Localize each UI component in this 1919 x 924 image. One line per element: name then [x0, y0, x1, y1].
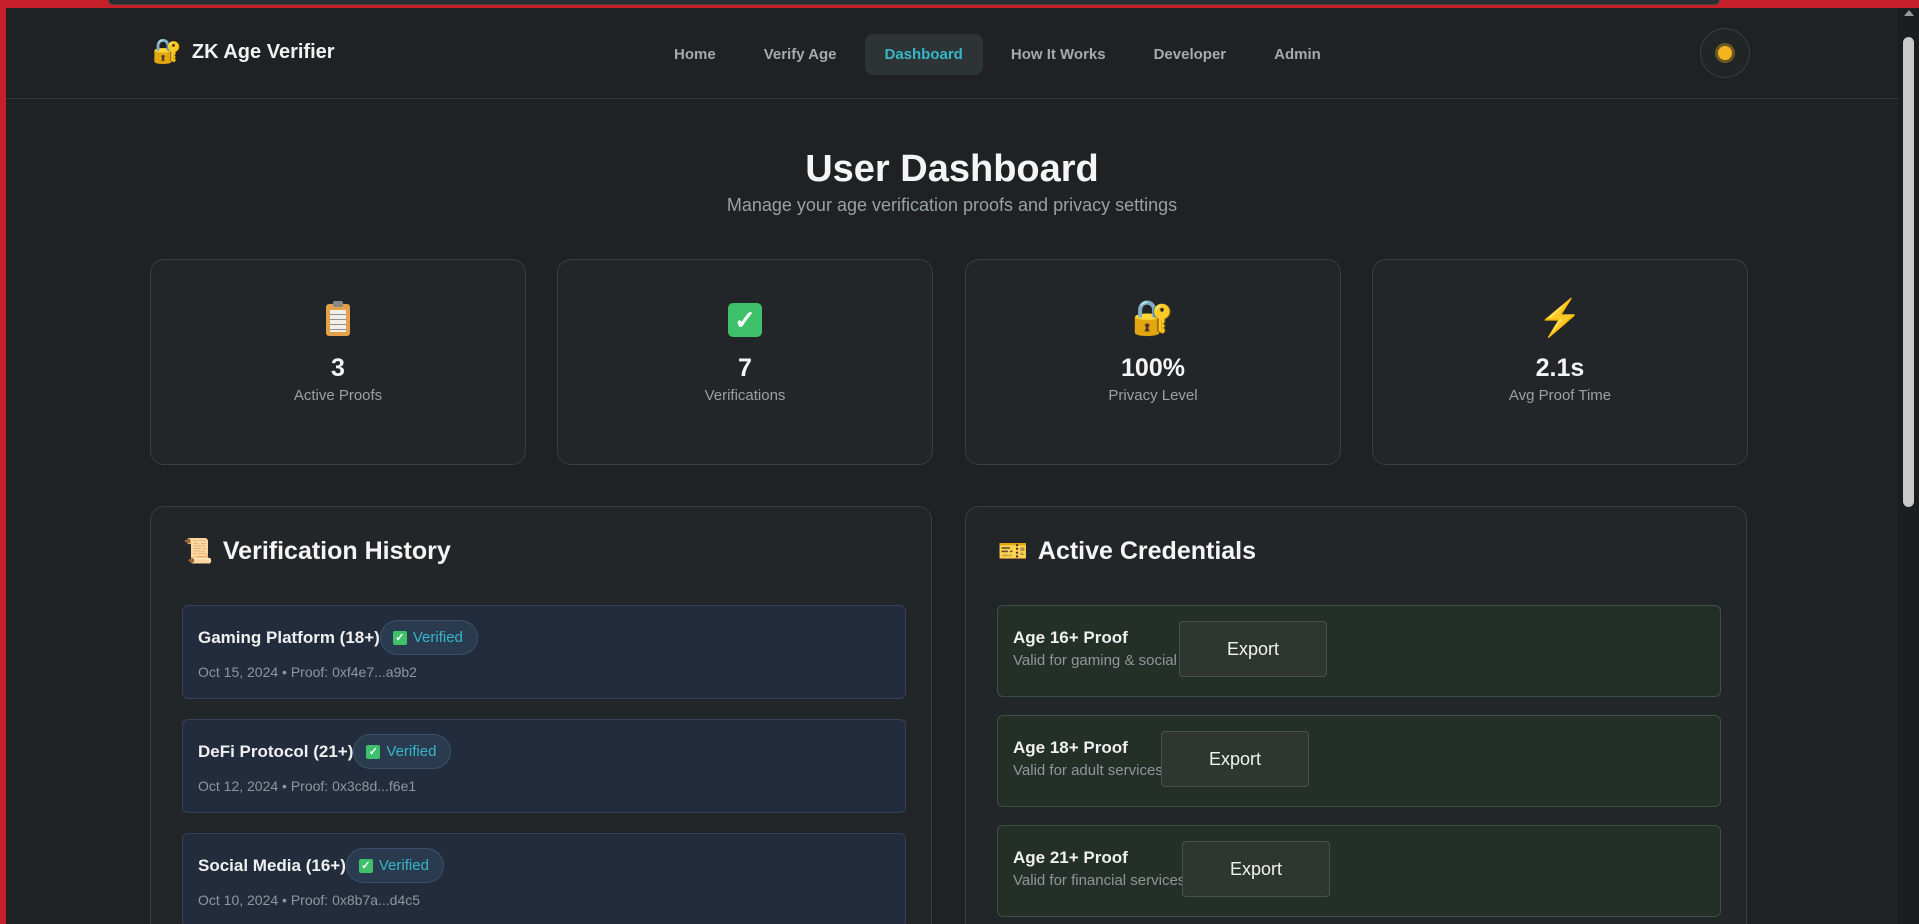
check-mark-icon: ✓: [728, 303, 762, 338]
credential-item: Age 21+ Proof Valid for financial servic…: [997, 825, 1721, 917]
page-subtitle: Manage your age verification proofs and …: [726, 195, 1178, 215]
theme-toggle-button[interactable]: [1700, 28, 1750, 78]
history-item-name: Gaming Platform (18+): [198, 627, 380, 647]
scroll-icon: 📜: [183, 538, 213, 565]
history-item[interactable]: DeFi Protocol (21+) ✓ Verified Oct 12, 2…: [182, 719, 906, 813]
stat-value: 7: [738, 354, 752, 382]
scroll-up-arrow-icon[interactable]: [1904, 10, 1914, 16]
panel-title: 🎫 Active Credentials: [998, 537, 1256, 566]
credential-description: Valid for financial services: [1013, 872, 1186, 889]
credential-name: Age 21+ Proof: [1013, 848, 1128, 867]
history-item-name: Social Media (16+): [198, 855, 346, 875]
history-item-meta: Oct 10, 2024 • Proof: 0x8b7a...d4c5: [198, 892, 421, 908]
panel-title: 📜 Verification History: [183, 537, 451, 566]
nav-link-dashboard[interactable]: Dashboard: [864, 34, 983, 75]
ticket-icon: 🎫: [998, 538, 1028, 565]
lock-with-key-icon: 🔐: [152, 38, 182, 65]
credential-name: Age 18+ Proof: [1013, 738, 1128, 757]
check-mark-icon: ✓: [358, 858, 373, 873]
status-text: Verified: [378, 857, 429, 874]
stat-label: Active Proofs: [293, 387, 383, 404]
export-button[interactable]: Export: [1161, 731, 1309, 787]
verification-history-title: Verification History: [222, 537, 451, 565]
credential-description: Valid for gaming & social: [1013, 652, 1177, 669]
nav-link-verify-age[interactable]: Verify Age: [744, 34, 857, 75]
sun-icon: [1718, 46, 1732, 60]
credential-description: Valid for adult services: [1013, 762, 1163, 779]
export-button[interactable]: Export: [1179, 621, 1327, 677]
brand-name: ZK Age Verifier: [191, 40, 335, 63]
stat-label: Verifications: [704, 387, 786, 404]
history-item-meta: Oct 15, 2024 • Proof: 0xf4e7...a9b2: [198, 664, 417, 680]
stat-label: Avg Proof Time: [1508, 387, 1612, 404]
credential-item: Age 18+ Proof Valid for adult services E…: [997, 715, 1721, 807]
status-badge: ✓ Verified: [353, 734, 452, 769]
stat-value: 3: [331, 354, 345, 382]
clipboard-icon: [326, 301, 350, 337]
scrollbar-thumb[interactable]: [1903, 37, 1914, 507]
stat-card-verifications: ✓ 7 Verifications: [557, 259, 933, 465]
stat-card-active-proofs: 3 Active Proofs: [150, 259, 526, 465]
history-item[interactable]: Social Media (16+) ✓ Verified Oct 10, 20…: [182, 833, 906, 924]
stat-value: 100%: [1121, 354, 1185, 382]
lock-with-key-icon: 🔐: [1131, 299, 1175, 337]
app-window: 🔐 ZK Age Verifier Home Verify Age Dashbo…: [6, 8, 1898, 924]
nav-link-how-it-works[interactable]: How It Works: [991, 34, 1126, 75]
nav-link-developer[interactable]: Developer: [1134, 34, 1247, 75]
vertical-scrollbar[interactable]: [1898, 8, 1919, 924]
nav-link-admin[interactable]: Admin: [1254, 34, 1341, 75]
credential-name: Age 16+ Proof: [1013, 628, 1128, 647]
navbar: 🔐 ZK Age Verifier Home Verify Age Dashbo…: [6, 8, 1898, 99]
stat-value: 2.1s: [1535, 354, 1585, 382]
status-badge: ✓ Verified: [345, 848, 444, 883]
active-credentials-title: Active Credentials: [1037, 537, 1257, 565]
lightning-bolt-icon: ⚡: [1537, 297, 1583, 338]
browser-top-edge: [108, 0, 1720, 5]
active-credentials-panel: 🎫 Active Credentials Age 16+ Proof Valid…: [965, 506, 1747, 924]
status-text: Verified: [386, 743, 437, 760]
verification-history-panel: 📜 Verification History Gaming Platform (…: [150, 506, 932, 924]
status-badge: ✓ Verified: [379, 620, 478, 655]
status-text: Verified: [412, 629, 463, 646]
nav-links: Home Verify Age Dashboard How It Works D…: [654, 34, 1341, 75]
page-title: User Dashboard: [805, 148, 1099, 190]
history-item[interactable]: Gaming Platform (18+) ✓ Verified Oct 15,…: [182, 605, 906, 699]
history-item-meta: Oct 12, 2024 • Proof: 0x3c8d...f6e1: [198, 778, 417, 794]
stat-card-avg-proof-time: ⚡ 2.1s Avg Proof Time: [1372, 259, 1748, 465]
credential-item: Age 16+ Proof Valid for gaming & social …: [997, 605, 1721, 697]
brand[interactable]: 🔐 ZK Age Verifier: [152, 40, 335, 64]
check-mark-icon: ✓: [392, 630, 407, 645]
stat-label: Privacy Level: [1108, 387, 1198, 404]
stat-card-privacy-level: 🔐 100% Privacy Level: [965, 259, 1341, 465]
nav-link-home[interactable]: Home: [654, 34, 736, 75]
export-button[interactable]: Export: [1182, 841, 1330, 897]
history-item-name: DeFi Protocol (21+): [198, 741, 354, 761]
check-mark-icon: ✓: [366, 744, 381, 759]
